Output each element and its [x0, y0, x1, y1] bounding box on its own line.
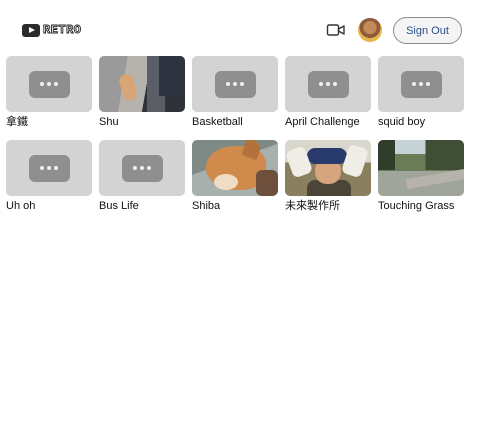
video-title[interactable]: Touching Grass — [378, 200, 464, 213]
play-icon — [22, 23, 40, 37]
video-thumbnail[interactable] — [285, 140, 371, 196]
video-title[interactable]: Uh oh — [6, 200, 92, 213]
video-camera-icon[interactable] — [326, 21, 346, 39]
more-icon — [28, 154, 70, 182]
video-thumbnail[interactable] — [192, 56, 278, 112]
more-icon — [121, 154, 163, 182]
video-card[interactable]: Shiba — [192, 140, 278, 224]
video-card[interactable]: 拿鐵 — [6, 56, 92, 140]
video-title[interactable]: April Challenge — [285, 116, 371, 129]
retro-logo[interactable]: RETRO — [22, 23, 82, 37]
top-bar: RETRO Sign Out — [0, 0, 480, 56]
more-icon — [307, 70, 349, 98]
logo-text: RETRO — [43, 23, 82, 38]
video-card[interactable]: April Challenge — [285, 56, 371, 140]
video-title[interactable]: Bus Life — [99, 200, 185, 213]
video-grid: 拿鐵 Shu Basketball April Challenge squid … — [6, 56, 466, 224]
avatar[interactable] — [358, 18, 382, 42]
video-card[interactable]: Bus Life — [99, 140, 185, 224]
sign-out-button[interactable]: Sign Out — [393, 17, 462, 44]
video-title[interactable]: squid boy — [378, 116, 464, 129]
video-title[interactable]: Basketball — [192, 116, 278, 129]
video-card[interactable]: Touching Grass — [378, 140, 464, 224]
video-card[interactable]: Basketball — [192, 56, 278, 140]
video-title[interactable]: Shiba — [192, 200, 278, 213]
video-title[interactable]: 拿鐵 — [6, 116, 92, 129]
video-thumbnail[interactable] — [378, 56, 464, 112]
video-thumbnail[interactable] — [285, 56, 371, 112]
video-thumbnail[interactable] — [6, 140, 92, 196]
more-icon — [400, 70, 442, 98]
video-thumbnail[interactable] — [192, 140, 278, 196]
video-title[interactable]: 未來製作所 — [285, 200, 371, 213]
more-icon — [28, 70, 70, 98]
more-icon — [214, 70, 256, 98]
video-card[interactable]: squid boy — [378, 56, 464, 140]
video-card[interactable]: Shu — [99, 56, 185, 140]
video-card[interactable]: Uh oh — [6, 140, 92, 224]
video-thumbnail[interactable] — [6, 56, 92, 112]
video-title[interactable]: Shu — [99, 116, 185, 129]
video-thumbnail[interactable] — [378, 140, 464, 196]
video-thumbnail[interactable] — [99, 56, 185, 112]
video-thumbnail[interactable] — [99, 140, 185, 196]
video-card[interactable]: 未來製作所 — [285, 140, 371, 224]
